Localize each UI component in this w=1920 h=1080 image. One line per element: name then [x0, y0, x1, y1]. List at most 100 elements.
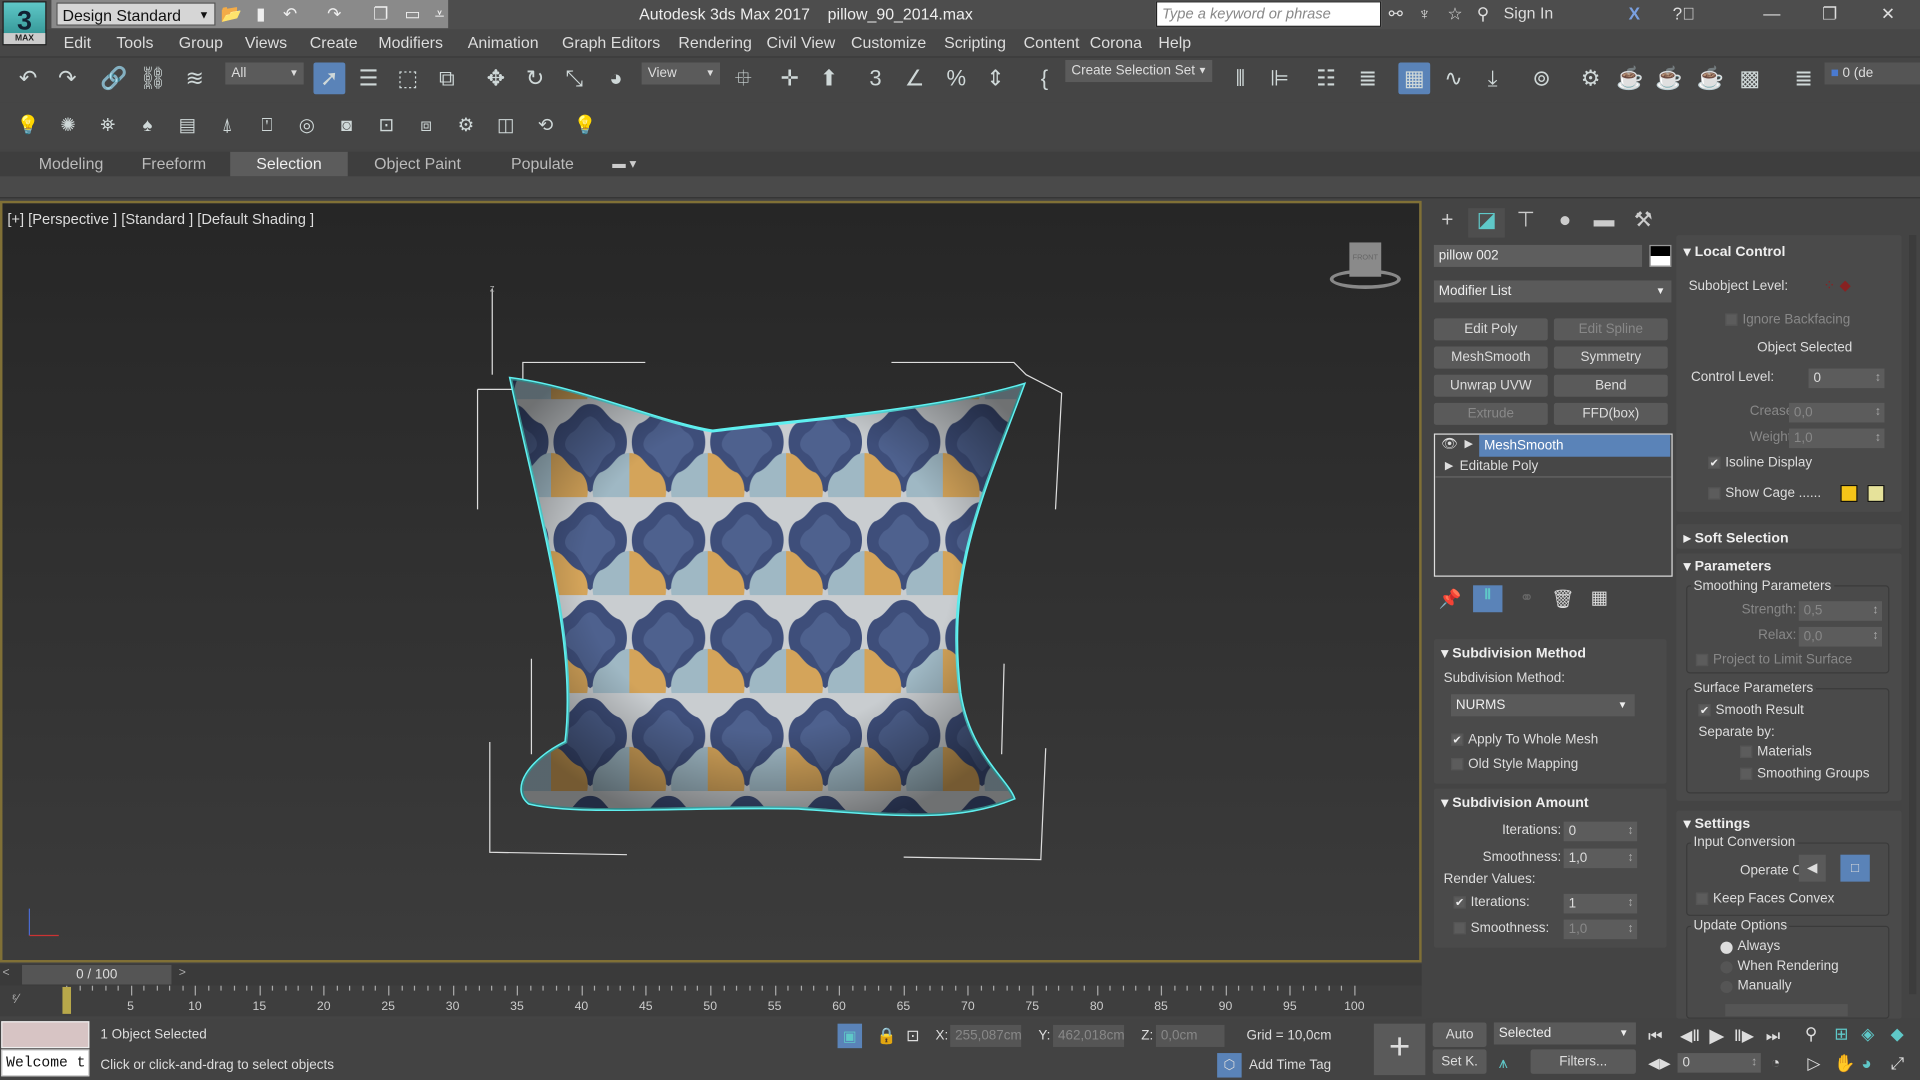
zoom-extents-all-icon[interactable]: ◆: [1891, 1024, 1904, 1045]
make-unique-icon[interactable]: ⚭: [1520, 588, 1534, 609]
zoom-icon[interactable]: ⚲: [1805, 1024, 1818, 1045]
render-smoothness-spinner[interactable]: 1,0: [1564, 920, 1637, 940]
menu-create[interactable]: Create: [310, 33, 358, 51]
redo-icon[interactable]: ↷: [51, 62, 83, 94]
menu-civil-view[interactable]: Civil View: [767, 33, 836, 51]
corona-icon[interactable]: ⟲: [530, 110, 562, 142]
render-iterations-spinner[interactable]: 1: [1564, 894, 1637, 914]
always-radio[interactable]: [1720, 942, 1732, 954]
key-filter-dropdown[interactable]: Selected▼: [1494, 1022, 1636, 1044]
maximize-viewport-icon[interactable]: ⤢: [1891, 1053, 1905, 1074]
zoom-extents-icon[interactable]: ◈: [1861, 1024, 1874, 1045]
subdivision-method-dropdown[interactable]: NURMS▼: [1451, 694, 1635, 716]
exchange-icon[interactable]: X: [1629, 4, 1640, 24]
render-setup-icon[interactable]: ⚙: [1575, 62, 1607, 94]
auto-key-button[interactable]: Auto: [1433, 1022, 1487, 1046]
play-button[interactable]: ▶: [1709, 1024, 1724, 1048]
go-to-end-button[interactable]: ⏭: [1766, 1026, 1780, 1046]
create-tab-icon[interactable]: +: [1429, 208, 1466, 237]
select-manipulate-icon[interactable]: ✛: [774, 62, 806, 94]
key-filters-button[interactable]: Filters...: [1531, 1049, 1636, 1073]
go-to-start-button[interactable]: ⏮: [1648, 1026, 1662, 1046]
percent-snap-icon[interactable]: %: [940, 62, 972, 94]
prev-frame-button[interactable]: <: [2, 966, 9, 979]
binoculars-icon[interactable]: ⚯: [1389, 4, 1403, 25]
display-icon[interactable]: ◙: [331, 110, 363, 142]
restore-button[interactable]: ❐: [1822, 4, 1837, 25]
create-sphere-icon[interactable]: ✺: [52, 110, 84, 142]
soft-selection-header[interactable]: ▸ Soft Selection: [1684, 529, 1789, 546]
menu-content[interactable]: Content: [1024, 33, 1080, 51]
list-icon[interactable]: ▤: [171, 110, 203, 142]
menu-edit[interactable]: Edit: [64, 33, 91, 51]
next-frame-play-button[interactable]: Ⅱ▶: [1734, 1026, 1754, 1046]
app-logo-button[interactable]: 3MAX: [2, 1, 46, 45]
menu-corona[interactable]: Corona: [1090, 33, 1142, 51]
link-icon[interactable]: 🔗: [98, 62, 130, 94]
create-helper-icon[interactable]: ◎: [291, 110, 323, 142]
materials-checkbox[interactable]: [1740, 746, 1752, 758]
ribbon-tab-object-paint[interactable]: Object Paint: [350, 152, 485, 176]
show-end-result-icon[interactable]: Ⅱ: [1473, 585, 1502, 612]
rotate-icon[interactable]: ↻: [519, 62, 551, 94]
display-tab-icon[interactable]: ▬: [1586, 208, 1623, 237]
modifier-button-ffd-box-[interactable]: FFD(box): [1554, 403, 1668, 425]
scene-explorer-icon[interactable]: ☷: [1310, 62, 1342, 94]
utilities-tab-icon[interactable]: ⚒: [1625, 208, 1662, 237]
schematic-view-icon[interactable]: ⤓: [1477, 62, 1509, 94]
next-frame-button[interactable]: >: [179, 966, 186, 979]
parameters-header[interactable]: ▾ Parameters: [1684, 557, 1772, 574]
layer-explorer-icon[interactable]: ≣: [1352, 62, 1384, 94]
set-key-button[interactable]: Set K.: [1433, 1049, 1487, 1073]
motion-tab-icon[interactable]: ●: [1547, 208, 1584, 237]
track-bar[interactable]: 0510152025303540455055606570758085909510…: [0, 986, 1422, 1017]
control-level-spinner[interactable]: 0: [1809, 369, 1885, 389]
edit-named-selection-icon[interactable]: {: [1029, 62, 1061, 94]
move-icon[interactable]: ✥: [480, 62, 512, 94]
current-frame-marker[interactable]: [62, 987, 71, 1014]
default-in-out-tangents-icon[interactable]: ⩚: [1499, 1053, 1508, 1073]
open-file-icon[interactable]: 📂: [220, 4, 242, 25]
key-mode-toggle[interactable]: ◀▶: [1648, 1054, 1671, 1071]
menu-scripting[interactable]: Scripting: [944, 33, 1006, 51]
viewport-icon[interactable]: ⧈: [410, 110, 442, 142]
spinner-snap-icon[interactable]: ⇕: [980, 62, 1012, 94]
orbit-icon[interactable]: ◕: [1861, 1053, 1871, 1073]
render-region-icon[interactable]: ⊡: [370, 110, 402, 142]
maxscript-input[interactable]: Welcome t: [1, 1049, 89, 1076]
pin-stack-icon[interactable]: 📌: [1439, 588, 1462, 610]
manually-radio[interactable]: [1720, 981, 1732, 993]
modifier-button-edit-spline[interactable]: Edit Spline: [1554, 318, 1668, 340]
create-door-icon[interactable]: ⍞: [251, 110, 283, 142]
align-icon[interactable]: ⊫: [1264, 62, 1296, 94]
curve-editor-icon[interactable]: ᵋ∕: [12, 992, 19, 1007]
ribbon-options-icon[interactable]: ▬ ▾: [612, 156, 636, 172]
bind-space-warp-icon[interactable]: ≋: [179, 62, 211, 94]
create-fence-icon[interactable]: ⍋: [211, 110, 243, 142]
select-object-icon[interactable]: ➚: [313, 62, 345, 94]
ribbon-tab-modeling[interactable]: Modeling: [10, 152, 132, 176]
cage-color-swatch[interactable]: [1840, 485, 1857, 502]
remove-modifier-icon[interactable]: 🗑: [1551, 588, 1574, 610]
snaps-toggle-icon[interactable]: 3: [860, 62, 892, 94]
z-coordinate-field[interactable]: 0,0cm: [1156, 1025, 1225, 1047]
rectangular-selection-icon[interactable]: ⬚: [392, 62, 424, 94]
smooth-result-checkbox[interactable]: ✔: [1698, 704, 1710, 716]
help-icon[interactable]: ?⃝: [1673, 4, 1695, 24]
time-tag-icon[interactable]: ⬡: [1217, 1053, 1241, 1077]
settings-header[interactable]: ▾ Settings: [1684, 814, 1751, 831]
ignore-backfacing-checkbox[interactable]: [1725, 313, 1737, 325]
pan-view-icon[interactable]: ✋: [1834, 1053, 1855, 1074]
menu-rendering[interactable]: Rendering: [678, 33, 751, 51]
keep-faces-convex-checkbox[interactable]: [1696, 893, 1708, 905]
modifier-list-dropdown[interactable]: Modifier List▼: [1434, 280, 1672, 302]
iterations-spinner[interactable]: 0: [1564, 822, 1637, 842]
modifier-button-extrude[interactable]: Extrude: [1434, 403, 1548, 425]
modifier-button-edit-poly[interactable]: Edit Poly: [1434, 318, 1548, 340]
curve-editor-icon[interactable]: ∿: [1438, 62, 1470, 94]
modifier-button-bend[interactable]: Bend: [1554, 375, 1668, 397]
minimize-button[interactable]: —: [1763, 4, 1780, 24]
x-coordinate-field[interactable]: 255,087cm: [950, 1025, 1021, 1047]
weight-spinner[interactable]: 1,0: [1789, 429, 1885, 449]
relax-spinner[interactable]: 0,0: [1799, 627, 1882, 647]
